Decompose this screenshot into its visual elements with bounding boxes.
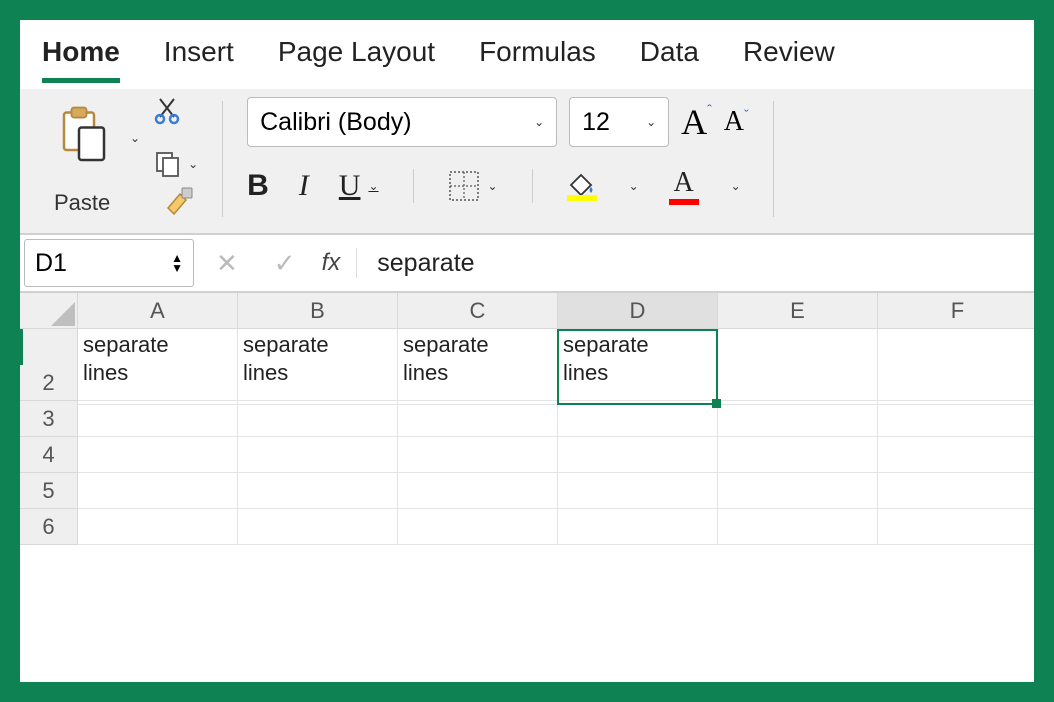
underline-button[interactable]: U⌄ (339, 169, 379, 203)
font-color-swatch (669, 199, 699, 205)
row-header-3[interactable]: 3 (20, 401, 78, 437)
font-color-dropdown-icon[interactable]: ⌄ (729, 179, 741, 193)
name-box[interactable]: D1 ▲▼ (24, 239, 194, 287)
row-header-5[interactable]: 5 (20, 473, 78, 509)
column-header-a[interactable]: A (78, 293, 238, 329)
column-header-f[interactable]: F (878, 293, 1034, 329)
clipboard-group: ⌄ ⌄ Paste (44, 95, 208, 223)
bold-button[interactable]: B (247, 169, 269, 203)
font-color-button[interactable]: A (669, 167, 699, 205)
italic-button[interactable]: I (299, 169, 309, 203)
group-separator (532, 169, 533, 203)
fx-label[interactable]: fx (314, 249, 349, 277)
name-box-stepper[interactable]: ▲▼ (171, 254, 183, 272)
cell-f3[interactable] (878, 401, 1034, 437)
spreadsheet-grid: A B C D E F 1 separate lines separate li… (20, 293, 1034, 545)
column-header-b[interactable]: B (238, 293, 398, 329)
cell-a4[interactable] (78, 437, 238, 473)
cell-f2[interactable] (878, 365, 1034, 401)
cell-d3[interactable] (558, 401, 718, 437)
cell-a6[interactable] (78, 509, 238, 545)
cell-f5[interactable] (878, 473, 1034, 509)
borders-button[interactable]: ⌄ (448, 170, 498, 202)
cell-e3[interactable] (718, 401, 878, 437)
tab-page-layout[interactable]: Page Layout (278, 30, 435, 83)
formula-input[interactable]: separate (365, 249, 1034, 278)
ribbon-body: ⌄ ⌄ Paste (20, 89, 1034, 233)
column-header-c[interactable]: C (398, 293, 558, 329)
cell-e6[interactable] (718, 509, 878, 545)
alignment-group (788, 95, 808, 223)
cell-a2[interactable] (78, 365, 238, 401)
row-header-4[interactable]: 4 (20, 437, 78, 473)
ribbon: Home Insert Page Layout Formulas Data Re… (20, 20, 1034, 235)
group-separator (222, 101, 223, 217)
decrease-font-button[interactable]: Aˇ (724, 106, 749, 138)
paste-label: Paste (54, 190, 110, 216)
font-group: Calibri (Body) ⌄ 12 ⌄ Aˆ Aˇ B (237, 95, 759, 223)
tab-home[interactable]: Home (42, 30, 120, 83)
confirm-icon[interactable]: ✓ (256, 248, 314, 279)
formula-bar: D1 ▲▼ ✕ ✓ fx separate (20, 235, 1034, 293)
cell-b4[interactable] (238, 437, 398, 473)
paste-dropdown-icon[interactable]: ⌄ (128, 131, 140, 145)
cell-e5[interactable] (718, 473, 878, 509)
cell-f6[interactable] (878, 509, 1034, 545)
column-header-e[interactable]: E (718, 293, 878, 329)
cell-a3[interactable] (78, 401, 238, 437)
separator (356, 248, 357, 278)
select-all-corner[interactable] (20, 293, 78, 329)
cell-c6[interactable] (398, 509, 558, 545)
cell-b2[interactable] (238, 365, 398, 401)
chevron-down-icon: ⌄ (532, 115, 544, 129)
tab-review[interactable]: Review (743, 30, 835, 83)
cell-c2[interactable] (398, 365, 558, 401)
fill-color-swatch (567, 195, 597, 201)
cell-e4[interactable] (718, 437, 878, 473)
cancel-icon[interactable]: ✕ (198, 248, 256, 279)
paste-icon[interactable] (54, 105, 114, 170)
cell-d6[interactable] (558, 509, 718, 545)
cell-b5[interactable] (238, 473, 398, 509)
font-family-dropdown[interactable]: Calibri (Body) ⌄ (247, 97, 557, 147)
cell-b3[interactable] (238, 401, 398, 437)
excel-window: Home Insert Page Layout Formulas Data Re… (20, 20, 1034, 682)
cell-f4[interactable] (878, 437, 1034, 473)
font-size-value: 12 (582, 108, 610, 137)
ribbon-tabs: Home Insert Page Layout Formulas Data Re… (20, 20, 1034, 89)
font-size-dropdown[interactable]: 12 ⌄ (569, 97, 669, 147)
row-header-6[interactable]: 6 (20, 509, 78, 545)
row-header-2[interactable]: 2 (20, 365, 78, 401)
cell-a5[interactable] (78, 473, 238, 509)
cell-reference: D1 (35, 249, 67, 278)
copy-icon[interactable]: ⌄ (154, 150, 198, 178)
cell-b6[interactable] (238, 509, 398, 545)
column-header-d[interactable]: D (558, 293, 718, 329)
cell-d2[interactable] (558, 365, 718, 401)
cell-d5[interactable] (558, 473, 718, 509)
group-separator (413, 169, 414, 203)
cell-e2[interactable] (718, 365, 878, 401)
cell-c3[interactable] (398, 401, 558, 437)
increase-font-button[interactable]: Aˆ (681, 101, 712, 143)
cell-d4[interactable] (558, 437, 718, 473)
tab-formulas[interactable]: Formulas (479, 30, 596, 83)
tab-insert[interactable]: Insert (164, 30, 234, 83)
cell-c4[interactable] (398, 437, 558, 473)
fill-color-dropdown-icon[interactable]: ⌄ (627, 179, 639, 193)
tab-data[interactable]: Data (640, 30, 699, 83)
cut-icon[interactable] (154, 97, 198, 130)
font-family-value: Calibri (Body) (260, 108, 411, 137)
group-separator (773, 101, 774, 217)
chevron-down-icon: ⌄ (644, 115, 656, 129)
fill-color-button[interactable] (567, 171, 597, 201)
format-painter-icon[interactable] (162, 184, 198, 221)
cell-c5[interactable] (398, 473, 558, 509)
